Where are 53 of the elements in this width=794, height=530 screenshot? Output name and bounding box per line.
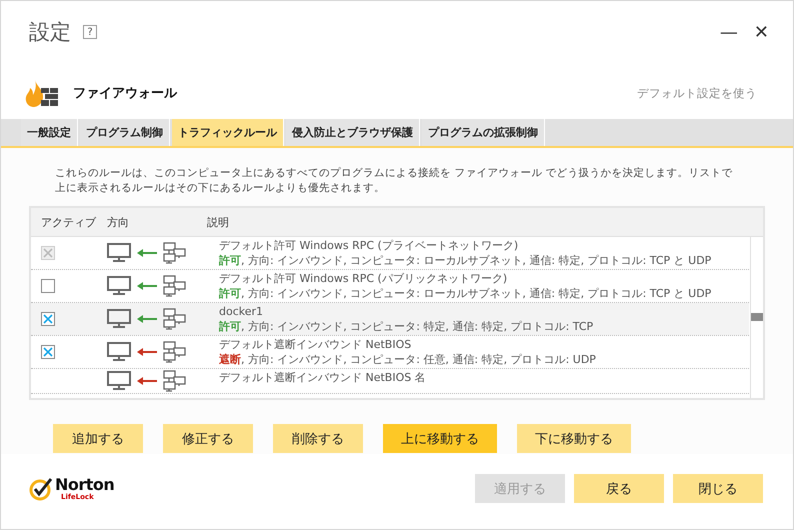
- network-icon: [163, 308, 187, 330]
- network-icon: [163, 242, 187, 264]
- arrow-left-icon: [137, 348, 157, 356]
- arrow-left-icon: [137, 249, 157, 257]
- rule-row[interactable]: デフォルト遮断インバウンド NetBIOS 遮断, 方向: インバウンド, コンピュータ: 任意, 通信: 特定, プロトコル: UDP: [31, 336, 749, 368]
- rule-details: 遮断, 方向: インバウンド, コンピュータ: 任意, 通信: 特定, プロトコル: UDP: [219, 352, 596, 367]
- network-icon: [163, 341, 187, 363]
- monitor-icon: [107, 342, 131, 362]
- scrollbar-thumb[interactable]: [751, 313, 763, 321]
- rule-details: 許可, 方向: インバウンド, コンピュータ: ローカルサブネット, 通信: 特定, プロトコル: TCP と UDP: [219, 286, 712, 301]
- monitor-icon: [107, 309, 131, 329]
- network-icon: [163, 275, 187, 297]
- arrow-left-icon: [137, 377, 157, 385]
- scrollbar[interactable]: [750, 237, 763, 398]
- dialog-button[interactable]: 閉じる: [673, 474, 763, 503]
- intro-text: これらのルールは、このコンピュータ上にあるすべてのプログラムによる接続を ファイアウォール でどう扱うかを決定します。リストで上に表示されるルールはその下にあるルールよりも優先されます。: [54, 166, 734, 196]
- rule-details: 許可, 方向: インバウンド, コンピュータ: ローカルサブネット, 通信: 特定, プロトコル: TCP と UDP: [219, 253, 712, 268]
- rule-title: デフォルト遮断インバウンド NetBIOS: [219, 337, 412, 352]
- rule-details: 許可, 方向: インバウンド, コンピュータ: 特定, 通信: 特定, プロトコル: TCP: [219, 319, 594, 334]
- rule-title: デフォルト許可 Windows RPC (プライベートネットワーク): [219, 238, 520, 253]
- active-checkbox[interactable]: [41, 345, 55, 359]
- checkmark-logo-icon: [29, 476, 53, 500]
- rule-title: docker1: [219, 304, 264, 319]
- monitor-icon: [107, 276, 131, 296]
- action-button[interactable]: 追加する: [53, 424, 143, 453]
- close-button[interactable]: ✕: [754, 22, 769, 42]
- use-defaults-link[interactable]: デフォルト設定を使う: [637, 86, 757, 100]
- network-icon: [163, 370, 187, 392]
- active-checkbox[interactable]: [41, 279, 55, 293]
- arrow-left-icon: [137, 282, 157, 290]
- section-title: ファイアウォール: [73, 85, 177, 102]
- column-header: アクティブ: [41, 214, 98, 230]
- active-checkbox[interactable]: [41, 312, 55, 326]
- firewall-icon: [25, 78, 59, 108]
- column-header: 説明: [207, 214, 229, 230]
- logo-name: Norton: [55, 476, 114, 492]
- action-button[interactable]: 削除する: [273, 424, 363, 453]
- rule-title: デフォルト許可 Windows RPC (パブリックネットワーク): [219, 271, 508, 286]
- monitor-icon: [107, 371, 131, 391]
- column-header: 方向: [107, 214, 130, 230]
- minimize-button[interactable]: —: [720, 22, 738, 42]
- action-button[interactable]: 修正する: [163, 424, 253, 453]
- help-button[interactable]: ?: [83, 25, 97, 39]
- window-title: 設定: [29, 19, 71, 46]
- action-button[interactable]: 下に移動する: [517, 424, 631, 453]
- rule-row[interactable]: デフォルト遮断インバウンド NetBIOS 名: [31, 369, 749, 393]
- dialog-button[interactable]: 戻る: [574, 474, 664, 503]
- monitor-icon: [107, 243, 131, 263]
- action-button[interactable]: 上に移動する: [383, 424, 497, 453]
- arrow-left-icon: [137, 315, 157, 323]
- tab[interactable]: トラフィックルール: [172, 119, 284, 146]
- rule-row[interactable]: docker1 許可, 方向: インバウンド, コンピュータ: 特定, 通信: 特定, プロトコル: TCP: [31, 303, 749, 335]
- rule-title: デフォルト遮断インバウンド NetBIOS 名: [219, 370, 426, 385]
